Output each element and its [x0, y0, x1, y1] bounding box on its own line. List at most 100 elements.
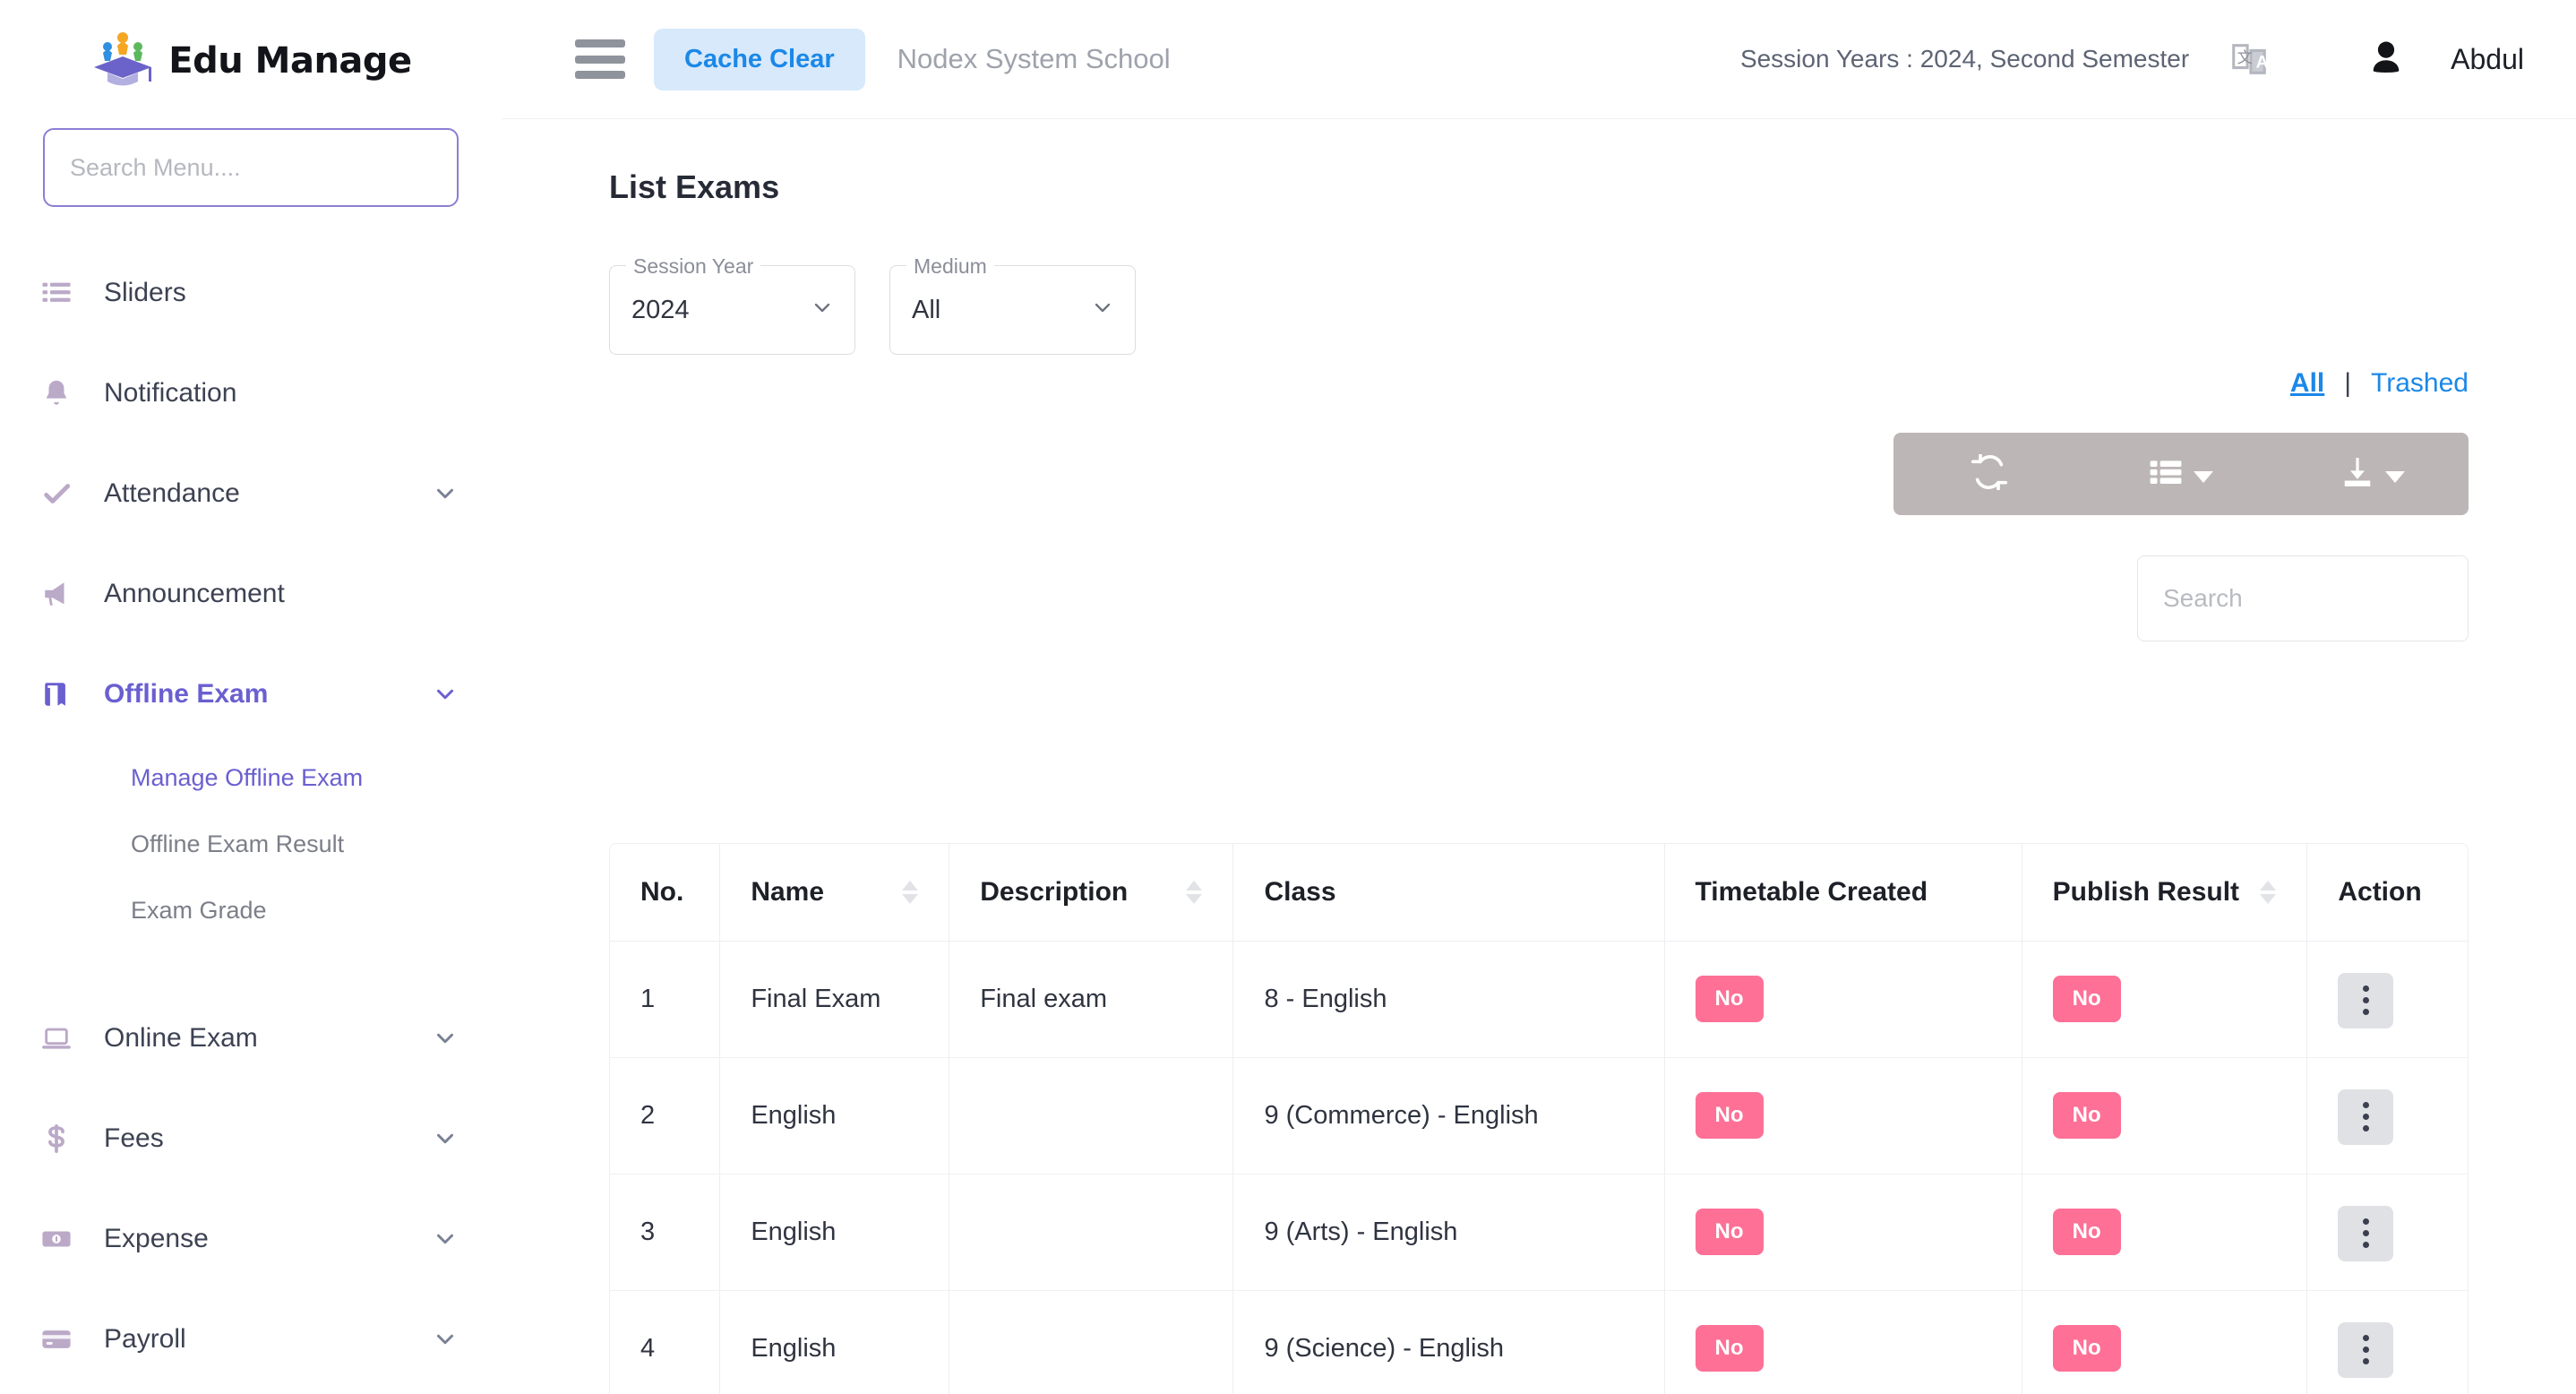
dollar-icon [41, 1123, 88, 1154]
cell-description [949, 1174, 1234, 1291]
hamburger-icon[interactable] [575, 39, 625, 79]
cell-description: Final exam [949, 941, 1234, 1058]
column-header-publish-result[interactable]: Publish Result [2022, 844, 2308, 942]
cell-class: 9 (Science) - English [1232, 1290, 1665, 1394]
svg-text:文: 文 [2237, 48, 2253, 66]
submenu-item-manage-offline-exam[interactable]: Manage Offline Exam [0, 744, 502, 811]
sidebar: Edu Manage Sliders [0, 0, 502, 1394]
cell-description [949, 1290, 1234, 1394]
cell-class: 8 - English [1232, 941, 1665, 1058]
chevron-down-icon [810, 296, 835, 325]
status-badge: No [2052, 1209, 2121, 1255]
sidebar-item-online-exam[interactable]: Online Exam [0, 988, 502, 1089]
vertical-dots-icon [2362, 1125, 2369, 1132]
vertical-dots-icon [2362, 1114, 2369, 1121]
vertical-dots-icon [2362, 1009, 2369, 1016]
cell-publish-result: No [2022, 1290, 2308, 1394]
vertical-dots-icon [2362, 1230, 2369, 1237]
cell-name: English [719, 1057, 950, 1175]
sidebar-item-label: Payroll [104, 1324, 186, 1354]
column-header-label: Action [2338, 876, 2422, 907]
cell-no: 3 [610, 1174, 721, 1291]
topbar-right: Session Years : 2024, Second Semester A … [1740, 34, 2524, 84]
user-avatar-icon[interactable] [2361, 34, 2411, 84]
chevron-down-icon [2194, 470, 2213, 483]
column-header-label: Description [980, 876, 1129, 907]
cell-timetable-created: No [1664, 941, 2022, 1058]
check-icon [41, 478, 88, 509]
topbar: Cache Clear Nodex System School Session … [502, 0, 2576, 119]
column-header-description[interactable]: Description [949, 844, 1234, 942]
refresh-button[interactable] [1893, 433, 2085, 515]
row-action-menu-button[interactable] [2338, 972, 2394, 1028]
page-title: List Exams [609, 168, 780, 205]
session-year-legend: Session Year [626, 254, 761, 279]
chevron-down-icon [1090, 296, 1115, 325]
submenu-item-offline-exam-result[interactable]: Offline Exam Result [0, 811, 502, 877]
exams-table: No. Name Description Class Timetable Cre… [610, 844, 2468, 1394]
status-badge: No [1695, 1092, 1764, 1139]
laptop-icon [41, 1023, 88, 1054]
vertical-dots-icon [2362, 1218, 2369, 1226]
column-header-class[interactable]: Class [1232, 844, 1665, 942]
submenu-item-exam-grade[interactable]: Exam Grade [0, 877, 502, 943]
cell-timetable-created: No [1664, 1057, 2022, 1175]
sidebar-item-offline-exam[interactable]: Offline Exam [0, 644, 502, 744]
sidebar-item-announcement[interactable]: Announcement [0, 544, 502, 644]
sidebar-item-label: Attendance [104, 478, 240, 508]
row-action-menu-button[interactable] [2338, 1205, 2394, 1261]
chevron-down-icon [432, 1025, 459, 1052]
sidebar-item-notification[interactable]: Notification [0, 343, 502, 443]
tab-trashed[interactable]: Trashed [2371, 368, 2469, 399]
column-visibility-button[interactable] [2085, 433, 2277, 515]
translate-icon[interactable]: A 文 [2227, 37, 2271, 82]
sort-icon [1186, 880, 1203, 904]
sidebar-item-sliders[interactable]: Sliders [0, 243, 502, 343]
brand[interactable]: Edu Manage [0, 0, 502, 121]
main-area: Cache Clear Nodex System School Session … [502, 0, 2576, 1394]
medium-legend: Medium [906, 254, 994, 279]
column-header-no[interactable]: No. [610, 844, 721, 942]
sidebar-item-expense[interactable]: Expense [0, 1189, 502, 1289]
app-root: Edu Manage Sliders [0, 0, 2576, 1394]
tab-all[interactable]: All [2290, 368, 2324, 399]
table-body: 1 Final Exam Final exam 8 - English No N… [610, 941, 2468, 1394]
cell-name: English [719, 1174, 950, 1291]
table-head: No. Name Description Class Timetable Cre… [610, 844, 2468, 942]
row-action-menu-button[interactable] [2338, 1089, 2394, 1145]
status-badge: No [1695, 976, 1764, 1022]
submenu-item-label: Offline Exam Result [131, 830, 345, 857]
session-years-label: Session Years : 2024, Second Semester [1739, 45, 2190, 73]
chevron-down-icon [432, 1125, 459, 1152]
sidebar-item-payroll[interactable]: Payroll [0, 1289, 502, 1390]
session-year-value: 2024 [631, 295, 690, 324]
status-badge: No [2052, 976, 2121, 1022]
cell-publish-result: No [2022, 1057, 2308, 1175]
session-year-select[interactable]: Session Year 2024 [609, 254, 855, 355]
submenu-spacer [0, 943, 502, 988]
sidebar-item-fees[interactable]: Fees [0, 1089, 502, 1189]
chevron-down-icon [432, 1226, 459, 1252]
sidebar-nav: Sliders Notification Attendance Announce… [0, 243, 502, 1390]
cache-clear-button[interactable]: Cache Clear [654, 28, 865, 90]
export-button[interactable] [2277, 433, 2469, 515]
cell-action [2306, 1174, 2468, 1291]
menu-search-container [0, 128, 502, 207]
credit-card-icon [41, 1324, 88, 1355]
column-header-name[interactable]: Name [719, 844, 950, 942]
column-header-timetable-created[interactable]: Timetable Created [1664, 844, 2022, 942]
medium-select[interactable]: Medium All [889, 254, 1136, 355]
sidebar-item-label: Expense [104, 1224, 209, 1253]
row-action-menu-button[interactable] [2338, 1321, 2394, 1378]
vertical-dots-icon [2362, 1358, 2369, 1365]
sidebar-item-attendance[interactable]: Attendance [0, 443, 502, 544]
vertical-dots-icon [2362, 997, 2369, 1004]
column-header-action: Action [2306, 844, 2468, 942]
status-badge: No [2052, 1092, 2121, 1139]
cell-description [949, 1057, 1234, 1175]
tab-separator: | [2344, 368, 2352, 398]
sidebar-item-label: Sliders [104, 278, 186, 307]
menu-search-input[interactable] [43, 128, 459, 207]
cell-class: 9 (Commerce) - English [1232, 1057, 1665, 1175]
table-search-input[interactable] [2137, 555, 2469, 641]
